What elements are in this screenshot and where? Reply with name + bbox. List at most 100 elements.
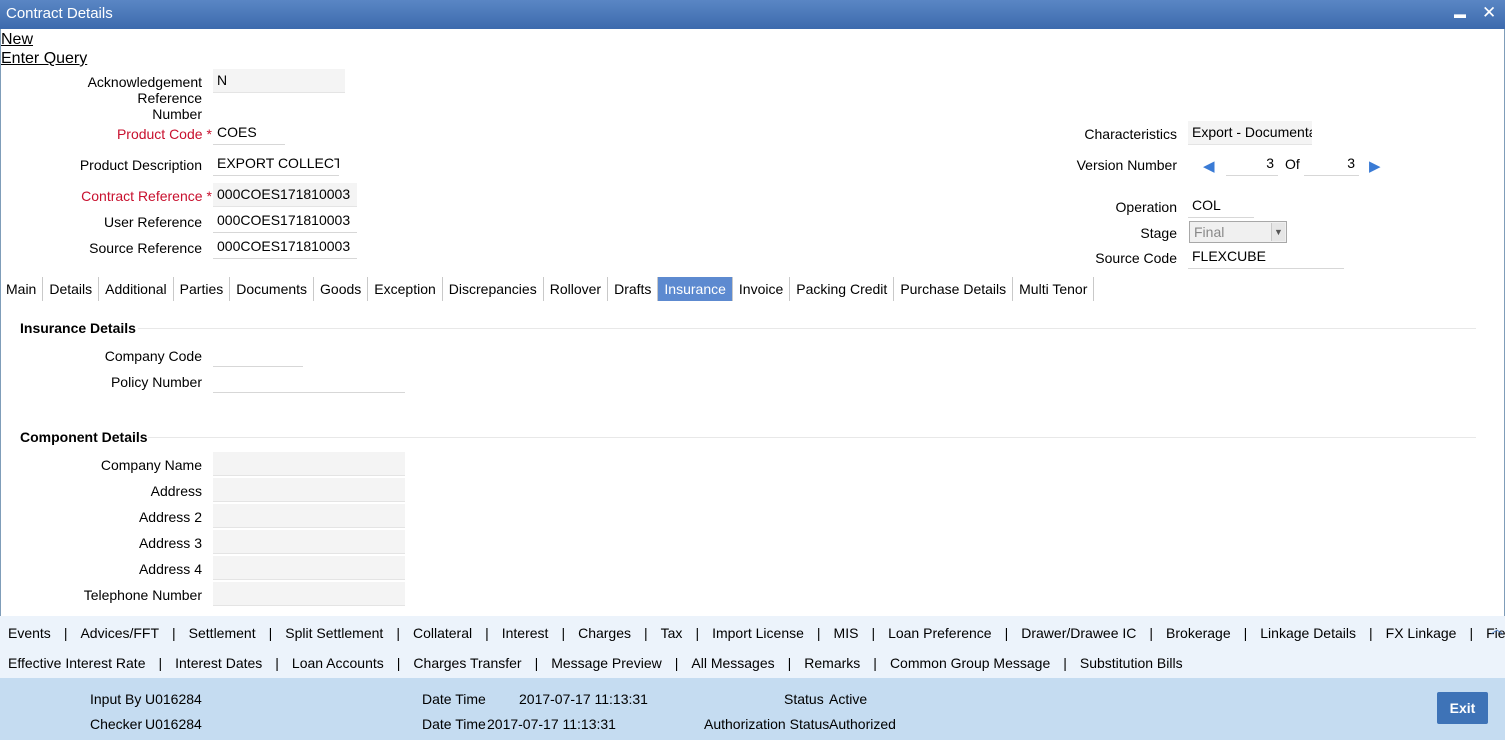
tab-details[interactable]: Details bbox=[43, 277, 100, 301]
toolbar-drawer-drawee-ic[interactable]: Drawer/Drawee IC bbox=[1021, 625, 1136, 641]
tab-purchase-details[interactable]: Purchase Details bbox=[894, 277, 1014, 301]
ack-ref-label-line2: Number bbox=[152, 106, 202, 122]
chevron-down-icon: ▼ bbox=[1271, 223, 1285, 241]
telephone-label: Telephone Number bbox=[83, 587, 202, 603]
required-mark: * bbox=[206, 188, 212, 204]
company-name-label: Company Name bbox=[100, 457, 202, 473]
status-label: Status bbox=[784, 691, 824, 707]
tab-discrepancies[interactable]: Discrepancies bbox=[443, 277, 544, 301]
tab-exception[interactable]: Exception bbox=[368, 277, 443, 301]
next-version-icon[interactable]: ▶ bbox=[1369, 157, 1381, 175]
toolbar-separator: | bbox=[158, 655, 163, 671]
toolbar-common-group-message[interactable]: Common Group Message bbox=[890, 655, 1050, 671]
toolbar-message-preview[interactable]: Message Preview bbox=[551, 655, 662, 671]
tab-additional[interactable]: Additional bbox=[99, 277, 174, 301]
date-time-value-2: 2017-07-17 11:13:31 bbox=[487, 716, 616, 732]
toolbar-row-1: Events | Advices/FFT | Settlement | Split Sett… bbox=[8, 625, 1505, 641]
toolbar-charges[interactable]: Charges bbox=[578, 625, 631, 641]
ack-ref-field[interactable]: N bbox=[213, 69, 345, 93]
address-label: Address bbox=[150, 483, 202, 499]
toolbar-events[interactable]: Events bbox=[8, 625, 51, 641]
insurance-details-title: Insurance Details bbox=[20, 320, 136, 336]
toolbar-split-settlement[interactable]: Split Settlement bbox=[285, 625, 383, 641]
previous-version-icon[interactable]: ◀ bbox=[1203, 157, 1215, 175]
minimize-icon[interactable]: ▬ bbox=[1454, 7, 1466, 21]
product-desc-label: Product Description bbox=[79, 157, 202, 173]
company-name-field[interactable] bbox=[213, 452, 405, 476]
enter-query-link[interactable]: Enter Query bbox=[1, 50, 87, 68]
characteristics-field[interactable]: Export - Documentary bbox=[1188, 121, 1312, 145]
toolbar-loan-accounts[interactable]: Loan Accounts bbox=[292, 655, 384, 671]
toolbar-remarks[interactable]: Remarks bbox=[804, 655, 860, 671]
date-time-label-2: Date Time bbox=[422, 716, 486, 732]
toolbar-separator: | bbox=[873, 655, 877, 671]
telephone-field[interactable] bbox=[213, 582, 405, 606]
tab-goods[interactable]: Goods bbox=[314, 277, 369, 301]
toolbar-import-license[interactable]: Import License bbox=[712, 625, 804, 641]
tab-multi-tenor[interactable]: Multi Tenor bbox=[1013, 277, 1095, 301]
policy-number-field[interactable] bbox=[213, 369, 405, 393]
toolbar-effective-interest-rate[interactable]: Effective Interest Rate bbox=[8, 655, 145, 671]
toolbar-settlement[interactable]: Settlement bbox=[189, 625, 256, 641]
version-of-label: Of bbox=[1285, 156, 1300, 172]
scroll-up-icon[interactable]: ︿ bbox=[1491, 620, 1503, 637]
toolbar-loan-preference[interactable]: Loan Preference bbox=[888, 625, 992, 641]
toolbar-advices-fft[interactable]: Advices/FFT bbox=[80, 625, 159, 641]
exit-button[interactable]: Exit bbox=[1437, 692, 1488, 724]
stage-select-value: Final bbox=[1194, 224, 1225, 240]
toolbar-charges-transfer[interactable]: Charges Transfer bbox=[413, 655, 521, 671]
toolbar-separator: | bbox=[1469, 625, 1474, 641]
tab-parties[interactable]: Parties bbox=[174, 277, 231, 301]
stage-select[interactable]: Final ▼ bbox=[1189, 221, 1287, 243]
source-ref-field[interactable]: 000COES171810003 bbox=[213, 235, 357, 259]
toolbar-separator: | bbox=[1063, 655, 1067, 671]
tab-rollover[interactable]: Rollover bbox=[544, 277, 609, 301]
window-titlebar: Contract Details ▬ ✕ bbox=[0, 0, 1505, 29]
address3-field[interactable] bbox=[213, 530, 405, 554]
toolbar-collateral[interactable]: Collateral bbox=[413, 625, 472, 641]
user-ref-field[interactable]: 000COES171810003 bbox=[213, 209, 357, 233]
toolbar-separator: | bbox=[561, 625, 566, 641]
address2-field[interactable] bbox=[213, 504, 405, 528]
toolbar-separator: | bbox=[1149, 625, 1154, 641]
toolbar-separator: | bbox=[1369, 625, 1373, 641]
toolbar-tax[interactable]: Tax bbox=[661, 625, 683, 641]
date-time-value-1: 2017-07-17 11:13:31 bbox=[519, 691, 648, 707]
toolbar-substitution-bills[interactable]: Substitution Bills bbox=[1080, 655, 1183, 671]
toolbar-separator: | bbox=[816, 625, 821, 641]
version-current-field[interactable]: 3 bbox=[1226, 152, 1278, 176]
toolbar-interest[interactable]: Interest bbox=[502, 625, 549, 641]
address2-label: Address 2 bbox=[138, 509, 202, 525]
toolbar-linkage-details[interactable]: Linkage Details bbox=[1260, 625, 1356, 641]
company-code-field[interactable] bbox=[213, 343, 303, 367]
input-by-label: Input By bbox=[90, 691, 142, 707]
source-code-field[interactable]: FLEXCUBE bbox=[1188, 245, 1344, 269]
toolbar-separator: | bbox=[674, 655, 679, 671]
tab-main[interactable]: Main bbox=[0, 277, 44, 301]
toolbar-all-messages[interactable]: All Messages bbox=[691, 655, 774, 671]
version-total-field[interactable]: 3 bbox=[1304, 152, 1359, 176]
toolbar-brokerage[interactable]: Brokerage bbox=[1166, 625, 1231, 641]
toolbar-separator: | bbox=[695, 625, 700, 641]
toolbar-mis[interactable]: MIS bbox=[834, 625, 859, 641]
toolbar-separator: | bbox=[787, 655, 792, 671]
tab-insurance[interactable]: Insurance bbox=[658, 277, 733, 301]
contract-ref-field[interactable]: 000COES171810003 bbox=[213, 183, 357, 207]
new-link[interactable]: New bbox=[1, 31, 33, 49]
close-icon[interactable]: ✕ bbox=[1482, 3, 1496, 23]
tab-packing-credit[interactable]: Packing Credit bbox=[790, 277, 895, 301]
address-field[interactable] bbox=[213, 478, 405, 502]
tab-drafts[interactable]: Drafts bbox=[608, 277, 659, 301]
address4-field[interactable] bbox=[213, 556, 405, 580]
tab-documents[interactable]: Documents bbox=[230, 277, 315, 301]
source-code-label: Source Code bbox=[1095, 250, 1177, 266]
address4-label: Address 4 bbox=[138, 561, 202, 577]
toolbar-separator: | bbox=[172, 625, 176, 641]
product-code-field[interactable]: COES bbox=[213, 121, 285, 145]
toolbar-separator: | bbox=[534, 655, 539, 671]
operation-field[interactable]: COL bbox=[1188, 194, 1254, 218]
toolbar-fx-linkage[interactable]: FX Linkage bbox=[1386, 625, 1457, 641]
tab-invoice[interactable]: Invoice bbox=[733, 277, 791, 301]
product-desc-field[interactable]: EXPORT COLLECTION bbox=[213, 152, 339, 176]
toolbar-interest-dates[interactable]: Interest Dates bbox=[175, 655, 262, 671]
